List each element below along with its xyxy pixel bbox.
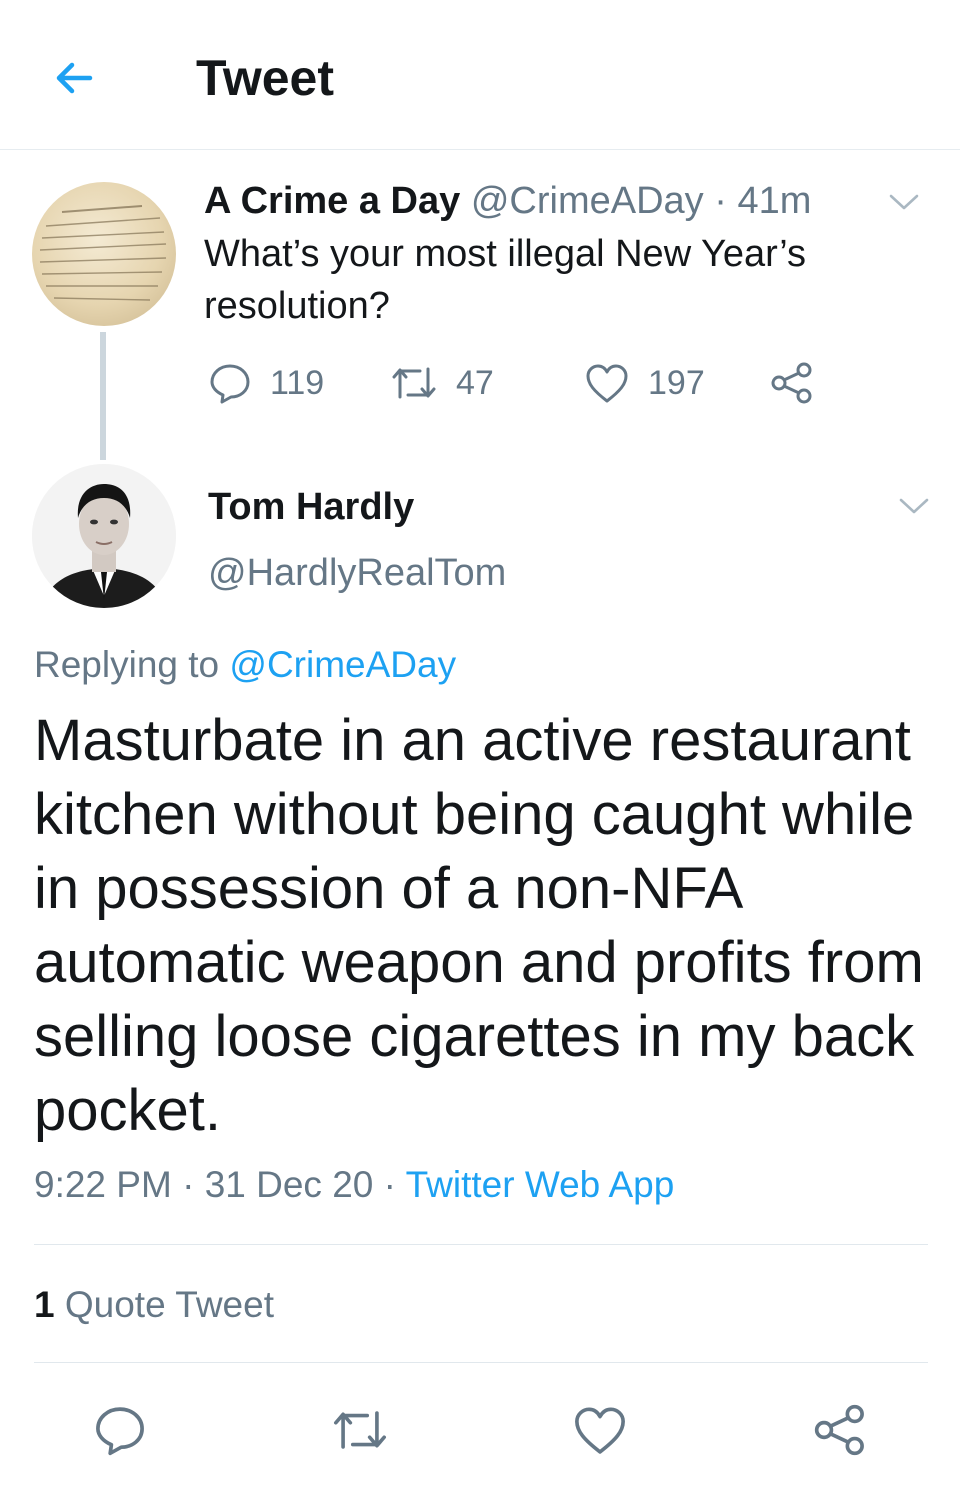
portrait-icon bbox=[32, 464, 176, 608]
heart-icon bbox=[586, 364, 628, 403]
reply-count: 119 bbox=[270, 363, 325, 402]
author-name[interactable]: A Crime a Day bbox=[204, 180, 460, 222]
replying-to: Replying to @CrimeADay bbox=[34, 642, 456, 688]
share-icon bbox=[814, 1404, 864, 1456]
page-title: Tweet bbox=[196, 50, 334, 106]
author-handle[interactable]: @CrimeADay bbox=[471, 180, 704, 222]
book-page-icon bbox=[39, 205, 167, 301]
more-options-button[interactable] bbox=[896, 488, 932, 524]
tweet-source-link[interactable]: Twitter Web App bbox=[406, 1164, 675, 1205]
tweet-timestamp: 9:22 PM · 31 Dec 20 · Twitter Web App bbox=[34, 1162, 674, 1208]
parent-tweet[interactable]: A Crime a Day @CrimeADay · 41m What’s yo… bbox=[0, 150, 960, 460]
author-handle[interactable]: @HardlyRealTom bbox=[208, 550, 506, 596]
top-bar: Tweet bbox=[0, 0, 960, 150]
retweet-button[interactable] bbox=[330, 1400, 390, 1460]
parent-tweet-header: A Crime a Day @CrimeADay · 41m bbox=[204, 178, 811, 224]
share-button[interactable] bbox=[810, 1400, 870, 1460]
back-button[interactable] bbox=[44, 48, 104, 108]
meta-separator: · bbox=[383, 1164, 396, 1205]
like-button[interactable]: 197 bbox=[584, 358, 705, 408]
quote-tweets-link[interactable]: 1 Quote Tweet bbox=[34, 1282, 274, 1328]
tweet-date[interactable]: 31 Dec 20 bbox=[205, 1164, 374, 1205]
avatar[interactable] bbox=[32, 464, 176, 608]
avatar[interactable] bbox=[32, 182, 176, 326]
share-icon bbox=[771, 362, 812, 404]
tweet-actions: 119 47 197 bbox=[204, 358, 864, 408]
replying-prefix: Replying to bbox=[34, 644, 220, 685]
author-name[interactable]: Tom Hardly bbox=[208, 484, 414, 530]
replying-handle-link[interactable]: @CrimeADay bbox=[229, 644, 456, 685]
like-count: 197 bbox=[648, 363, 705, 402]
more-options-button[interactable] bbox=[886, 184, 922, 220]
retweet-count: 47 bbox=[456, 363, 494, 402]
reply-button[interactable] bbox=[90, 1400, 150, 1460]
quote-count: 1 bbox=[34, 1284, 55, 1325]
chevron-down-icon bbox=[899, 498, 929, 514]
reply-icon bbox=[210, 364, 250, 404]
arrow-left-icon bbox=[56, 62, 93, 94]
share-button[interactable] bbox=[770, 358, 832, 408]
divider bbox=[34, 1244, 928, 1245]
retweet-button[interactable]: 47 bbox=[390, 358, 494, 408]
tweet-time[interactable]: 9:22 PM bbox=[34, 1164, 172, 1205]
retweet-icon bbox=[392, 367, 436, 399]
meta-separator: · bbox=[714, 180, 727, 222]
divider bbox=[34, 1362, 928, 1363]
tweet-time[interactable]: 41m bbox=[737, 180, 811, 222]
quote-label: Quote Tweet bbox=[64, 1284, 274, 1325]
tweet-text: Masturbate in an active restaurant kitch… bbox=[34, 708, 924, 1143]
reply-button[interactable]: 119 bbox=[208, 358, 324, 408]
meta-separator: · bbox=[182, 1164, 195, 1205]
tweet-text: What’s your most illegal New Year’s reso… bbox=[204, 233, 806, 327]
chevron-down-icon bbox=[889, 194, 919, 210]
tweet-action-bar bbox=[0, 1380, 960, 1480]
thread-connector bbox=[100, 332, 106, 460]
retweet-icon bbox=[334, 1411, 386, 1449]
like-button[interactable] bbox=[570, 1400, 630, 1460]
heart-icon bbox=[575, 1407, 625, 1454]
reply-icon bbox=[96, 1407, 144, 1456]
